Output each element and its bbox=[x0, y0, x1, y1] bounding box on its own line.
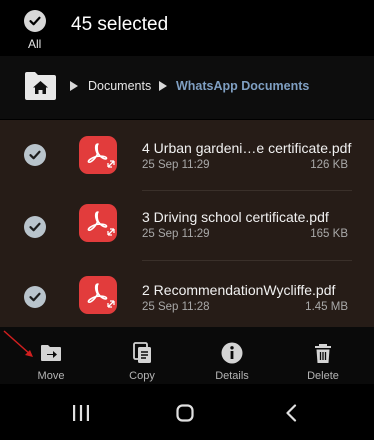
item-checkbox[interactable] bbox=[24, 216, 46, 238]
copy-label: Copy bbox=[129, 370, 155, 382]
pdf-icon bbox=[79, 136, 117, 174]
file-name: 4 Urban gardeni…e certificate.pdf bbox=[142, 140, 352, 156]
details-label: Details bbox=[215, 370, 249, 382]
file-size: 1.45 MB bbox=[305, 301, 348, 313]
row-divider bbox=[142, 190, 352, 191]
back-icon[interactable] bbox=[284, 404, 298, 422]
selection-header: All 45 selected bbox=[0, 0, 374, 56]
item-checkbox[interactable] bbox=[24, 144, 46, 166]
info-icon bbox=[221, 342, 243, 364]
check-icon bbox=[29, 292, 41, 302]
select-all-label: All bbox=[28, 37, 42, 51]
move-label: Move bbox=[37, 370, 65, 382]
file-date: 25 Sep 11:28 bbox=[142, 301, 210, 313]
file-size: 126 KB bbox=[310, 159, 348, 171]
file-list: 4 Urban gardeni…e certificate.pdf 25 Sep… bbox=[0, 120, 374, 327]
item-checkbox[interactable] bbox=[24, 286, 46, 308]
breadcrumb-separator-icon bbox=[159, 81, 167, 91]
system-nav-bar bbox=[0, 384, 374, 440]
move-folder-icon bbox=[41, 345, 61, 361]
file-date: 25 Sep 11:29 bbox=[142, 228, 210, 240]
file-name: 3 Driving school certificate.pdf bbox=[142, 209, 329, 225]
breadcrumb-item-documents[interactable]: Documents bbox=[88, 79, 151, 93]
selected-count: 45 selected bbox=[71, 14, 169, 35]
list-item[interactable]: 2 RecommendationWycliffe.pdf 25 Sep 11:2… bbox=[0, 262, 374, 321]
file-size: 165 KB bbox=[310, 228, 348, 240]
recents-icon[interactable] bbox=[72, 404, 90, 422]
pdf-icon bbox=[79, 204, 117, 242]
list-item[interactable]: 3 Driving school certificate.pdf 25 Sep … bbox=[0, 192, 374, 251]
breadcrumb-separator-icon bbox=[70, 81, 78, 91]
home-button[interactable] bbox=[24, 71, 57, 101]
copy-button[interactable]: Copy bbox=[112, 341, 172, 382]
home-folder-icon bbox=[25, 72, 56, 100]
action-bar: Move Copy Details Delete bbox=[0, 327, 374, 384]
check-icon bbox=[29, 16, 41, 26]
file-name: 2 RecommendationWycliffe.pdf bbox=[142, 282, 336, 298]
breadcrumb: Documents WhatsApp Documents bbox=[0, 56, 374, 119]
home-nav-icon[interactable] bbox=[176, 404, 194, 422]
trash-icon bbox=[315, 344, 331, 363]
delete-button[interactable]: Delete bbox=[293, 341, 353, 382]
row-divider bbox=[142, 260, 352, 261]
annotation-arrow-icon bbox=[3, 330, 33, 357]
select-all-checkbox[interactable] bbox=[24, 10, 46, 32]
check-icon bbox=[29, 222, 41, 232]
pdf-icon bbox=[79, 276, 117, 314]
details-button[interactable]: Details bbox=[202, 341, 262, 382]
copy-icon bbox=[133, 342, 151, 363]
file-date: 25 Sep 11:29 bbox=[142, 159, 210, 171]
list-item[interactable]: 4 Urban gardeni…e certificate.pdf 25 Sep… bbox=[0, 120, 374, 179]
delete-label: Delete bbox=[307, 370, 339, 382]
breadcrumb-item-whatsapp-documents[interactable]: WhatsApp Documents bbox=[176, 79, 309, 93]
check-icon bbox=[29, 150, 41, 160]
